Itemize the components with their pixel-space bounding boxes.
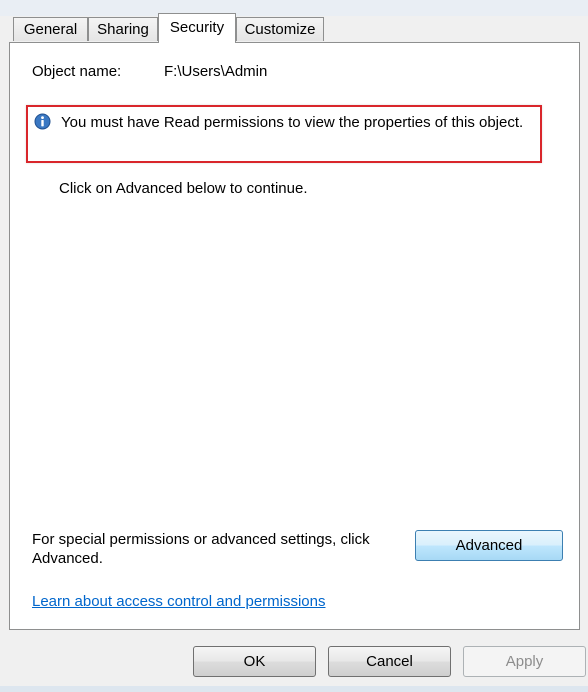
tab-sharing[interactable]: Sharing xyxy=(88,17,158,41)
advanced-button[interactable]: Advanced xyxy=(415,530,563,561)
tab-security[interactable]: Security xyxy=(158,13,236,43)
continue-instruction: Click on Advanced below to continue. xyxy=(59,180,308,197)
object-name-label: Object name: xyxy=(32,63,122,80)
info-icon xyxy=(34,113,51,130)
window-bottom-strip xyxy=(0,686,588,692)
special-permissions-text: For special permissions or advanced sett… xyxy=(32,531,370,567)
cancel-button[interactable]: Cancel xyxy=(328,646,451,677)
tab-customize[interactable]: Customize xyxy=(236,17,324,41)
permission-info-box: You must have Read permissions to view t… xyxy=(26,105,542,163)
apply-button[interactable]: Apply xyxy=(463,646,586,677)
tab-general[interactable]: General xyxy=(13,17,88,41)
ok-button[interactable]: OK xyxy=(193,646,316,677)
security-tab-panel: Object name: F:\Users\Admin You must hav… xyxy=(9,42,580,630)
permission-info-message: You must have Read permissions to view t… xyxy=(61,114,524,131)
window-top-strip xyxy=(0,0,588,16)
object-name-value: F:\Users\Admin xyxy=(164,63,268,80)
access-control-help-link[interactable]: Learn about access control and permissio… xyxy=(32,593,326,610)
